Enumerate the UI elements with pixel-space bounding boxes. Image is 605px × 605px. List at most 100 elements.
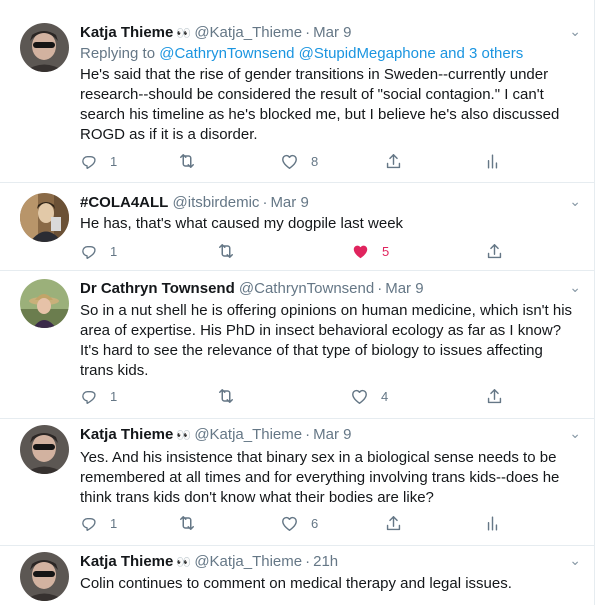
reply-icon <box>80 387 98 405</box>
share-button[interactable] <box>485 386 504 406</box>
heart-icon <box>350 387 369 406</box>
eyes-emoji: 👀 <box>176 555 191 569</box>
chevron-down-icon[interactable]: ⌄ <box>569 552 581 569</box>
analytics-icon <box>483 514 502 533</box>
retweet-button[interactable] <box>216 241 236 261</box>
retweet-button[interactable] <box>177 151 197 171</box>
share-icon <box>384 152 403 171</box>
chevron-down-icon[interactable]: ⌄ <box>569 23 581 40</box>
tweet-3[interactable]: Dr Cathryn Townsend @CathrynTownsend · Mar… <box>0 271 595 419</box>
separator-dot: · <box>262 194 268 211</box>
like-button[interactable]: 5 <box>351 241 389 261</box>
reply-button[interactable]: 1 <box>80 241 117 261</box>
like-button[interactable]: 4 <box>350 386 388 406</box>
chevron-down-icon[interactable]: ⌄ <box>569 193 581 210</box>
reply-icon <box>80 242 98 260</box>
tweet-actions: 1 5 <box>80 241 520 261</box>
share-button[interactable] <box>384 151 403 171</box>
share-icon <box>485 387 504 406</box>
retweet-icon <box>216 241 236 261</box>
separator-dot: · <box>377 280 383 297</box>
tweet-text: He's said that the rise of gender transi… <box>80 66 560 143</box>
avatar[interactable] <box>20 425 69 474</box>
tweet-1[interactable]: Katja Thieme 👀 @Katja_Thieme · Mar 9 ⌄ Reply… <box>0 0 595 183</box>
conversation-thread: Katja Thieme 👀 @Katja_Thieme · Mar 9 ⌄ Reply… <box>0 0 595 605</box>
chevron-down-icon[interactable]: ⌄ <box>569 279 581 296</box>
share-icon <box>384 514 403 533</box>
reply-count: 1 <box>110 388 118 404</box>
retweet-icon <box>177 151 197 171</box>
reply-count: 1 <box>110 515 118 531</box>
retweet-button[interactable] <box>177 513 197 533</box>
display-name[interactable]: Dr Cathryn Townsend <box>80 280 235 297</box>
replying-to-label: Replying to <box>80 45 156 62</box>
timestamp[interactable]: Mar 9 <box>313 426 351 443</box>
heart-icon <box>280 514 299 533</box>
retweet-icon <box>216 386 236 406</box>
tweet-header: Katja Thieme 👀 @Katja_Thieme · Mar 9 <box>80 425 351 445</box>
like-count: 5 <box>382 243 390 259</box>
reply-icon <box>80 152 98 170</box>
like-button[interactable]: 8 <box>280 151 318 171</box>
eyes-emoji: 👀 <box>176 428 191 442</box>
reply-count: 1 <box>110 153 118 169</box>
analytics-icon <box>483 152 502 171</box>
user-handle[interactable]: @Katja_Thieme <box>194 24 302 41</box>
user-handle[interactable]: @Katja_Thieme <box>194 426 302 443</box>
retweet-button[interactable] <box>216 386 236 406</box>
like-count: 6 <box>311 515 319 531</box>
tweet-actions: 1 8 <box>80 151 520 171</box>
timestamp[interactable]: Mar 9 <box>313 24 351 41</box>
share-icon <box>485 242 504 261</box>
chevron-down-icon[interactable]: ⌄ <box>569 425 581 442</box>
replying-to: Replying to @CathrynTownsend @StupidMega… <box>80 44 523 64</box>
avatar[interactable] <box>20 193 69 242</box>
timestamp[interactable]: Mar 9 <box>385 280 423 297</box>
timestamp[interactable]: Mar 9 <box>270 194 308 211</box>
tweet-4[interactable]: Katja Thieme 👀 @Katja_Thieme · Mar 9 ⌄ Yes. … <box>0 419 595 546</box>
tweet-text: Yes. And his insistence that binary sex … <box>80 449 560 506</box>
tweet-header: Dr Cathryn Townsend @CathrynTownsend · Mar… <box>80 279 424 299</box>
display-name[interactable]: Katja Thieme <box>80 426 173 443</box>
reply-count: 1 <box>110 243 118 259</box>
avatar[interactable] <box>20 552 69 601</box>
display-name[interactable]: #COLA4ALL <box>80 194 168 211</box>
heart-icon <box>280 152 299 171</box>
like-count: 8 <box>311 153 319 169</box>
tweet-header: #COLA4ALL @itsbirdemic · Mar 9 <box>80 193 309 213</box>
timestamp[interactable]: 21h <box>313 553 338 570</box>
tweet-2[interactable]: #COLA4ALL @itsbirdemic · Mar 9 ⌄ He has, t… <box>0 183 595 271</box>
tweet-text: So in a nut shell he is offering opinion… <box>80 302 573 379</box>
display-name[interactable]: Katja Thieme <box>80 24 173 41</box>
user-handle[interactable]: @CathrynTownsend <box>239 280 374 297</box>
tweet-actions: 1 4 <box>80 386 520 406</box>
tweet-actions: 1 6 <box>80 513 520 533</box>
share-button[interactable] <box>485 241 504 261</box>
share-button[interactable] <box>384 513 403 533</box>
tweet-header: Katja Thieme 👀 @Katja_Thieme · Mar 9 <box>80 23 351 43</box>
heart-filled-icon <box>351 242 370 261</box>
display-name[interactable]: Katja Thieme <box>80 553 173 570</box>
tweet-text: He has, that's what caused my dogpile la… <box>80 215 404 232</box>
reply-button[interactable]: 1 <box>80 386 117 406</box>
separator-dot: · <box>305 553 311 570</box>
reply-button[interactable]: 1 <box>80 151 117 171</box>
user-handle[interactable]: @Katja_Thieme <box>194 553 302 570</box>
like-button[interactable]: 6 <box>280 513 318 533</box>
eyes-emoji: 👀 <box>176 26 191 40</box>
reply-button[interactable]: 1 <box>80 513 117 533</box>
analytics-button[interactable] <box>483 513 502 533</box>
avatar[interactable] <box>20 279 69 328</box>
tweet-5[interactable]: Katja Thieme 👀 @Katja_Thieme · 21h ⌄ Colin c… <box>0 546 595 605</box>
retweet-icon <box>177 513 197 533</box>
user-handle[interactable]: @itsbirdemic <box>173 194 260 211</box>
tweet-header: Katja Thieme 👀 @Katja_Thieme · 21h <box>80 552 338 572</box>
reply-icon <box>80 514 98 532</box>
like-count: 4 <box>381 388 389 404</box>
analytics-button[interactable] <box>483 151 502 171</box>
tweet-text: Colin continues to comment on medical th… <box>80 575 512 592</box>
separator-dot: · <box>305 24 311 41</box>
avatar[interactable] <box>20 23 69 72</box>
replying-to-link[interactable]: @CathrynTownsend @StupidMegaphone and 3 … <box>159 45 523 62</box>
separator-dot: · <box>305 426 311 443</box>
